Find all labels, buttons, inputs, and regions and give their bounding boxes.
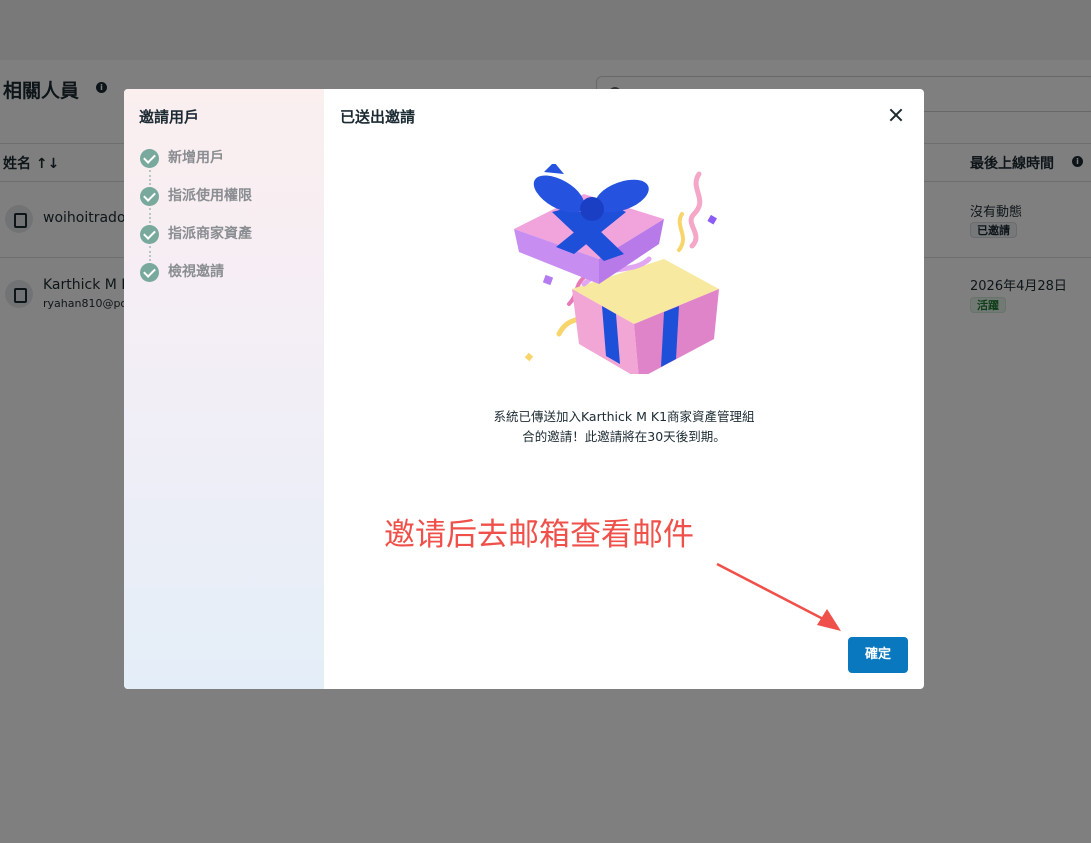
modal-title: 已送出邀請 [340, 108, 416, 126]
step-label: 新增用戶 [168, 150, 224, 166]
annotation-arrow-icon [716, 562, 841, 631]
step-connector [149, 208, 151, 223]
message-line: 系統已傳送加入Karthick M K1商家資產管理組 [493, 409, 755, 424]
step-connector [149, 246, 151, 261]
annotation-text: 邀请后去邮箱查看邮件 [384, 517, 694, 553]
gift-illustration [514, 164, 719, 374]
step-label: 指派商家資產 [168, 226, 252, 242]
step-label: 指派使用權限 [168, 188, 252, 204]
close-icon[interactable] [886, 105, 906, 125]
check-circle-icon [140, 263, 159, 282]
step-connector [149, 170, 151, 185]
check-circle-icon [140, 225, 159, 244]
sidebar-title: 邀請用戶 [139, 108, 200, 126]
confirm-button[interactable]: 確定 [848, 637, 908, 673]
message-line: 合的邀請！此邀請將在30天後到期。 [522, 429, 726, 444]
invite-message: 系統已傳送加入Karthick M K1商家資產管理組 合的邀請！此邀請將在30… [464, 407, 784, 447]
check-circle-icon [140, 149, 159, 168]
modal-content: 已送出邀請 系統已傳送加入Karthick M K1商家資產管理組 合的邀請！此… [324, 89, 924, 689]
modal-sidebar: 邀請用戶 新增用戶 指派使用權限 指派商家資產 檢視邀請 [124, 89, 324, 689]
step-label: 檢視邀請 [168, 264, 224, 280]
invite-modal: 邀請用戶 新增用戶 指派使用權限 指派商家資產 檢視邀請 已送出邀請 系統已傳送… [124, 89, 924, 689]
check-circle-icon [140, 187, 159, 206]
